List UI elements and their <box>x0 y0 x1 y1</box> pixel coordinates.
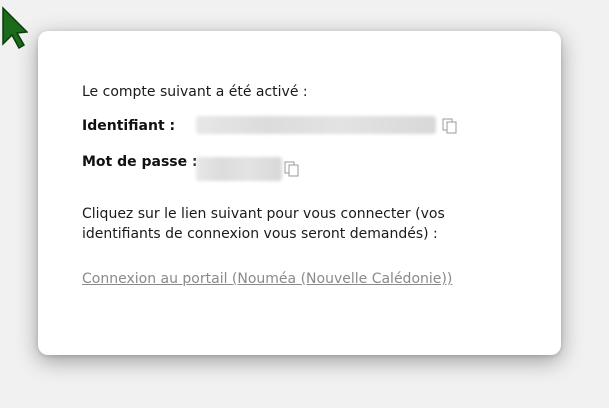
screen: Le compte suivant a été activé : Identif… <box>0 0 609 408</box>
activation-message: Le compte suivant a été activé : <box>82 84 308 100</box>
mouse-pointer-icon <box>2 6 28 50</box>
login-instructions: Cliquez sur le lien suivant pour vous co… <box>82 206 445 242</box>
username-value-redacted <box>196 116 436 134</box>
copy-username-icon[interactable] <box>441 117 459 135</box>
copy-password-icon[interactable] <box>283 160 301 178</box>
password-label: Mot de passe : <box>82 154 198 170</box>
account-activated-dialog: Le compte suivant a été activé : Identif… <box>38 31 561 355</box>
portal-login-link[interactable]: Connexion au portail (Nouméa (Nouvelle C… <box>82 271 452 287</box>
password-value-redacted <box>196 157 282 181</box>
username-label: Identifiant : <box>82 118 176 134</box>
